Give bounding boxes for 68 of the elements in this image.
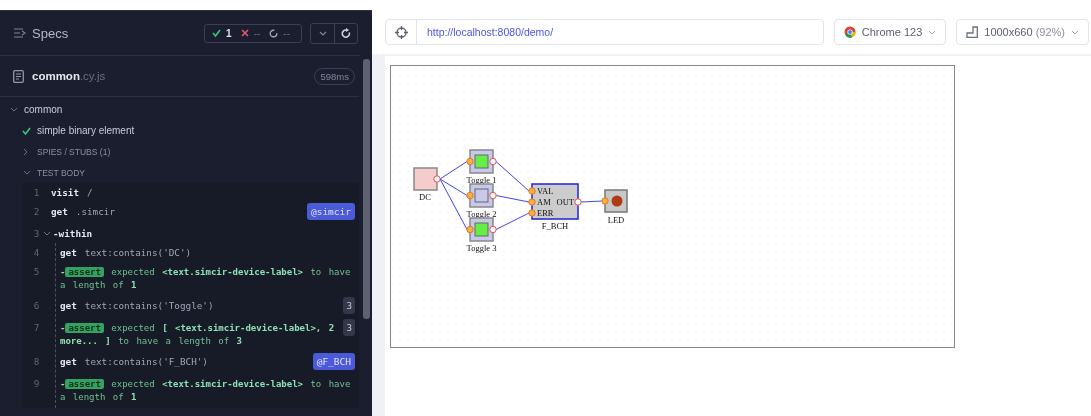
device-label: Toggle 3 (466, 243, 497, 253)
chevron-down-icon (1071, 29, 1079, 35)
assertion-message[interactable]: - assert expected [ <text.simcir-device-label>, 2 more... ] to have a length of 3 (60, 322, 338, 348)
wire (495, 161, 530, 192)
port-label: VAL (537, 186, 554, 196)
command-name[interactable]: get (60, 247, 77, 258)
browser-logo-icon (843, 26, 856, 38)
viewport-selector[interactable]: 1000x660 (92%) (956, 19, 1089, 45)
device-label: LED (607, 215, 625, 225)
command-message: text:contains('DC') (84, 247, 192, 258)
line-number: 7 (32, 322, 41, 333)
alias-badge: @F_BCH (312, 353, 355, 370)
chevron-down-icon (318, 30, 327, 36)
alias-badge: @simcir (306, 203, 355, 220)
pending-icon (269, 28, 279, 38)
device-label: DC (419, 192, 431, 202)
command-message: .simcir (75, 206, 115, 217)
count-badge: 3 (343, 297, 355, 314)
crosshair-icon (394, 25, 408, 39)
chevron-down-icon (928, 29, 937, 35)
line-number: 6 (32, 300, 41, 311)
line-number: 2 (32, 206, 41, 217)
command-name[interactable]: get (60, 356, 77, 367)
line-number: 1 (32, 187, 41, 198)
passed-count: 1 (226, 27, 232, 39)
device-label: Toggle 1 (466, 175, 497, 185)
line-number: 5 (32, 266, 41, 277)
port-label: ERR (537, 208, 554, 218)
scrollbar[interactable] (363, 59, 370, 319)
logic-block (528, 183, 582, 220)
assertion-message[interactable]: - assert expected <text.simcir-device-label> to have a length of 1 (60, 378, 355, 404)
section-title[interactable]: TEST BODY (37, 167, 86, 178)
wire (495, 195, 530, 203)
dc-source (413, 167, 441, 191)
assertion-message[interactable]: - assert expected <text.simcir-device-label> to have a length of 1 (60, 266, 355, 292)
cross-icon (240, 29, 249, 37)
file-name: common.cy.js (32, 70, 107, 82)
file-icon (13, 69, 24, 83)
line-number: 8 (32, 356, 41, 367)
line-number: 4 (32, 247, 41, 258)
command-name[interactable]: get (51, 206, 68, 217)
device-label: F_BCH (541, 221, 569, 231)
viewport-icon (966, 26, 979, 38)
reload-icon (341, 27, 351, 39)
port-label: AM (537, 197, 551, 207)
command-name[interactable]: visit (51, 187, 79, 198)
command-name[interactable]: get (60, 300, 77, 311)
check-icon (212, 29, 222, 37)
section-title[interactable]: SPIES / STUBS (1) (37, 146, 111, 157)
command-message: text:contains('Toggle') (84, 300, 214, 311)
collapse-panel-icon (14, 28, 26, 38)
wire (495, 212, 530, 230)
url-field[interactable]: http://localhost:8080/demo/ (417, 26, 554, 38)
pending-count: -- (283, 27, 290, 39)
command-message: / (87, 187, 93, 198)
line-number: 9 (32, 378, 41, 389)
line-number: 3 (32, 228, 41, 239)
command-message: text:contains('F_BCH') (84, 356, 208, 367)
device-label: Toggle 2 (466, 209, 497, 219)
browser-selector[interactable]: Chrome 123 (833, 19, 947, 45)
port-label: OUT (556, 197, 574, 207)
command-name[interactable]: -within (53, 228, 93, 239)
suite-title[interactable]: common (24, 104, 63, 115)
panel-title: Specs (32, 25, 69, 41)
failed-count: -- (253, 27, 261, 39)
wire (580, 200, 603, 203)
count-badge: 3 (343, 319, 355, 336)
test-title[interactable]: simple binary element (37, 125, 135, 136)
